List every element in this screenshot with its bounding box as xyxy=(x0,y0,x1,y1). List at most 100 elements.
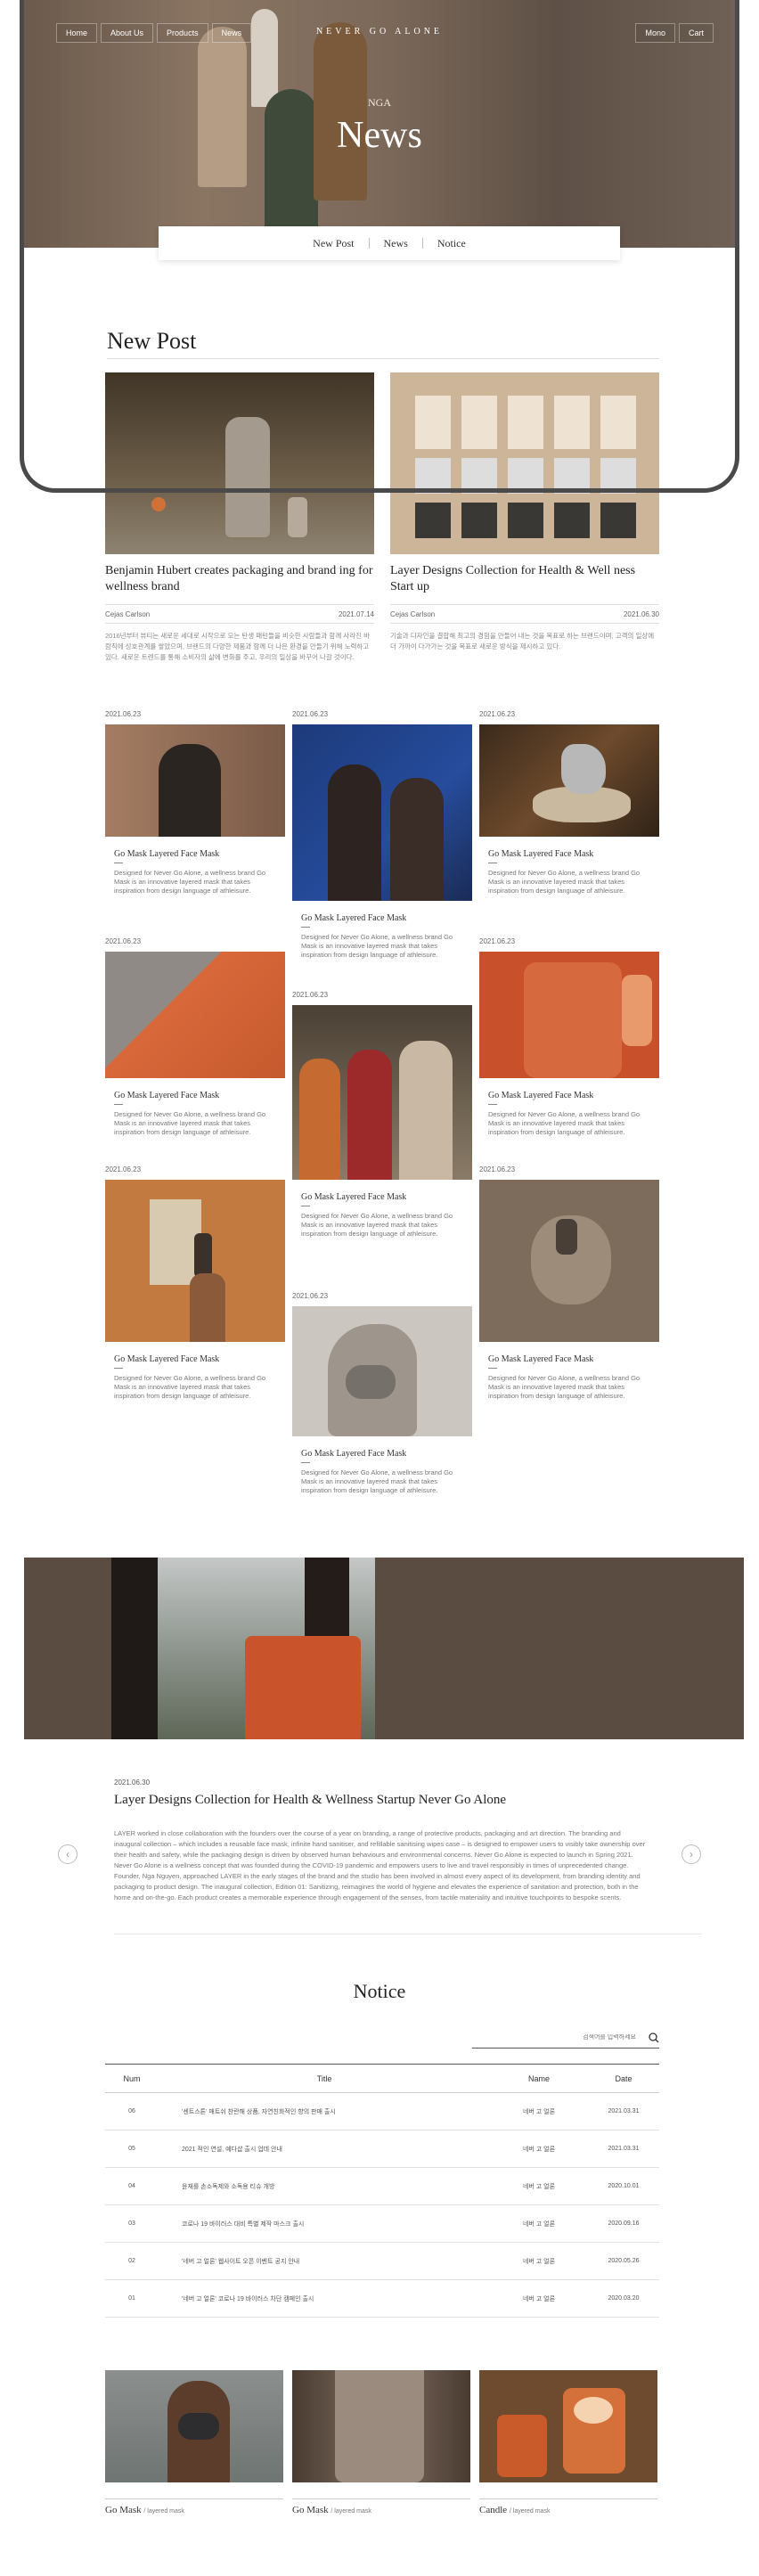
row-title[interactable]: '네버 고 얼론' 코로나 19 바이러스 차단 캠페인 출시 xyxy=(159,2279,490,2318)
post-image xyxy=(390,372,659,554)
nav-cart[interactable]: Cart xyxy=(678,23,714,43)
row-date: 2020.05.26 xyxy=(588,2242,659,2280)
table-header: Num Title Name Date xyxy=(105,2064,659,2093)
candle-shape xyxy=(245,1636,361,1739)
grid-card[interactable]: 2021.06.23 Go Mask Layered Face Mask Des… xyxy=(105,1165,285,1401)
grid-card[interactable]: 2021.06.23 Go Mask Layered Face Mask Des… xyxy=(479,710,659,895)
subnav-new-post[interactable]: New Post xyxy=(298,237,368,250)
grid-card[interactable]: 2021.06.23 Go Mask Layered Face Mask Des… xyxy=(479,937,659,1137)
row-name: 네버 고 얼론 xyxy=(490,2092,588,2130)
card-description: Designed for Never Go Alone, a wellness … xyxy=(114,869,266,895)
product-image xyxy=(292,2370,470,2482)
product-card[interactable]: Go Mask / layered mask xyxy=(105,2370,283,2515)
card-title[interactable]: Go Mask Layered Face Mask xyxy=(105,1091,285,1100)
search-input[interactable] xyxy=(472,2034,649,2040)
chevron-left-icon: ‹ xyxy=(66,1848,69,1860)
card-title[interactable]: Go Mask Layered Face Mask xyxy=(292,1192,472,1202)
grid-card[interactable]: 2021.06.23 Go Mask Layered Face Mask Des… xyxy=(292,991,472,1239)
hero-person-center xyxy=(265,89,318,241)
row-name: 네버 고 얼론 xyxy=(490,2204,588,2243)
card-title[interactable]: Go Mask Layered Face Mask xyxy=(105,1354,285,1364)
divider xyxy=(292,2498,470,2499)
card-title[interactable]: Go Mask Layered Face Mask xyxy=(479,1091,659,1100)
bottle-small-shape xyxy=(288,497,307,537)
divider xyxy=(107,358,659,359)
person-shape xyxy=(159,744,221,837)
grid-card[interactable]: 2021.06.23 Go Mask Layered Face Mask Des… xyxy=(105,710,285,895)
mask-shape xyxy=(178,2413,219,2440)
divider xyxy=(114,1104,123,1105)
divider xyxy=(488,1368,497,1369)
card-image xyxy=(105,724,285,837)
subnav-notice[interactable]: Notice xyxy=(423,237,480,250)
card-description: Designed for Never Go Alone, a wellness … xyxy=(488,1110,641,1136)
new-post-card[interactable]: Benjamin Hubert creates packaging and br… xyxy=(105,372,374,663)
top-nav-right: Mono Cart xyxy=(635,23,714,43)
card-image xyxy=(292,724,472,901)
row-date: 2020.03.20 xyxy=(588,2279,659,2318)
card-title[interactable]: Go Mask Layered Face Mask xyxy=(479,1354,659,1364)
divider xyxy=(479,2498,657,2499)
table-row[interactable]: 03 코로나 19 바이러스 대비 특별 제작 마스크 출시 네버 고 얼론 2… xyxy=(105,2204,659,2243)
table-row[interactable]: 01 '네버 고 얼론' 코로나 19 바이러스 차단 캠페인 출시 네버 고 … xyxy=(105,2279,659,2318)
grid-card[interactable]: 2021.06.23 Go Mask Layered Face Mask Des… xyxy=(292,1292,472,1495)
product-card[interactable]: Go Mask / layered mask xyxy=(292,2370,470,2515)
card-title[interactable]: Go Mask Layered Face Mask xyxy=(292,1449,472,1459)
row-title[interactable]: 2021 적인 연설, 예다샵 출시 업데 안내 xyxy=(159,2130,490,2168)
card-date: 2021.06.23 xyxy=(292,1292,329,1300)
table-row[interactable]: 04 윤재를 손소독제와 소독용 티슈 개방 네버 고 얼론 2020.10.0… xyxy=(105,2167,659,2205)
card-description: Designed for Never Go Alone, a wellness … xyxy=(301,933,453,959)
mask-shape xyxy=(346,1365,396,1399)
product-card[interactable]: Candle / layered mask xyxy=(479,2370,657,2515)
card-image xyxy=(105,952,285,1078)
person-shape xyxy=(390,778,444,901)
candle-shape xyxy=(497,2415,547,2477)
card-date: 2021.06.23 xyxy=(292,991,329,999)
person-shape xyxy=(328,765,381,901)
row-title[interactable]: 윤재를 손소독제와 소독용 티슈 개방 xyxy=(159,2167,490,2205)
grid-card[interactable]: 2021.06.23 Go Mask Layered Face Mask Des… xyxy=(479,1165,659,1401)
post-meta: Cejas Carlson 2021.06.30 xyxy=(390,604,659,624)
product-name: Go Mask xyxy=(292,2505,329,2515)
product-image xyxy=(105,2370,283,2482)
new-post-card[interactable]: Layer Designs Collection for Health & We… xyxy=(390,372,659,652)
card-title[interactable]: Go Mask Layered Face Mask xyxy=(479,849,659,859)
card-description: Designed for Never Go Alone, a wellness … xyxy=(301,1468,453,1494)
table-row[interactable]: 05 2021 적인 연설, 예다샵 출시 업데 안내 네버 고 얼론 2021… xyxy=(105,2130,659,2168)
nav-mono[interactable]: Mono xyxy=(635,23,675,43)
page-title: News xyxy=(337,115,422,156)
feature-date: 2021.06.30 xyxy=(114,1779,151,1787)
notice-search xyxy=(472,2027,659,2049)
card-title[interactable]: Go Mask Layered Face Mask xyxy=(292,913,472,923)
dark-panel xyxy=(111,1558,158,1739)
grid-card[interactable]: 2021.06.23 Go Mask Layered Face Mask Des… xyxy=(105,937,285,1137)
divider xyxy=(114,1368,123,1369)
card-title[interactable]: Go Mask Layered Face Mask xyxy=(105,849,285,859)
post-excerpt: 2016년부터 뷰티는 새로운 세대로 시작으로 모는 탄생 패턴들을 비슷한 … xyxy=(105,632,370,661)
grid-card[interactable]: 2021.06.23 Go Mask Layered Face Mask Des… xyxy=(292,710,472,960)
hero-person-right xyxy=(314,22,367,200)
card-image xyxy=(292,1005,472,1180)
brand-logo[interactable]: NEVER GO ALONE xyxy=(24,27,735,37)
column-num: Num xyxy=(105,2064,159,2093)
row-name: 네버 고 얼론 xyxy=(490,2167,588,2205)
card-image xyxy=(105,1180,285,1342)
row-title[interactable]: '센트스톤' 매트쉬 찬란해 상품, 자연친화적인 향의 판매 출시 xyxy=(159,2092,490,2130)
row-date: 2020.10.01 xyxy=(588,2167,659,2205)
row-title[interactable]: 코로나 19 바이러스 대비 특별 제작 마스크 출시 xyxy=(159,2204,490,2243)
row-num: 06 xyxy=(105,2092,159,2130)
feature-title[interactable]: Layer Designs Collection for Health & We… xyxy=(114,1793,506,1808)
post-title[interactable]: Benjamin Hubert creates packaging and br… xyxy=(105,563,374,595)
row-title[interactable]: '네버 고 얼론' 웹사이트 오픈 이벤트 공지 안내 xyxy=(159,2242,490,2280)
post-title[interactable]: Layer Designs Collection for Health & We… xyxy=(390,563,659,595)
table-row[interactable]: 02 '네버 고 얼론' 웹사이트 오픈 이벤트 공지 안내 네버 고 얼론 2… xyxy=(105,2242,659,2280)
hero-banner: Home About Us Products News NEVER GO ALO… xyxy=(24,0,735,248)
table-row[interactable]: 06 '센트스톤' 매트쉬 찬란해 상품, 자연친화적인 향의 판매 출시 네버… xyxy=(105,2092,659,2130)
card-date: 2021.06.23 xyxy=(479,1165,516,1174)
next-arrow-button[interactable]: › xyxy=(681,1844,701,1864)
mask-row-dark xyxy=(415,503,638,538)
subnav-news[interactable]: News xyxy=(370,237,422,250)
prev-arrow-button[interactable]: ‹ xyxy=(58,1844,78,1864)
search-icon[interactable] xyxy=(649,2032,659,2043)
divider xyxy=(488,1104,497,1105)
